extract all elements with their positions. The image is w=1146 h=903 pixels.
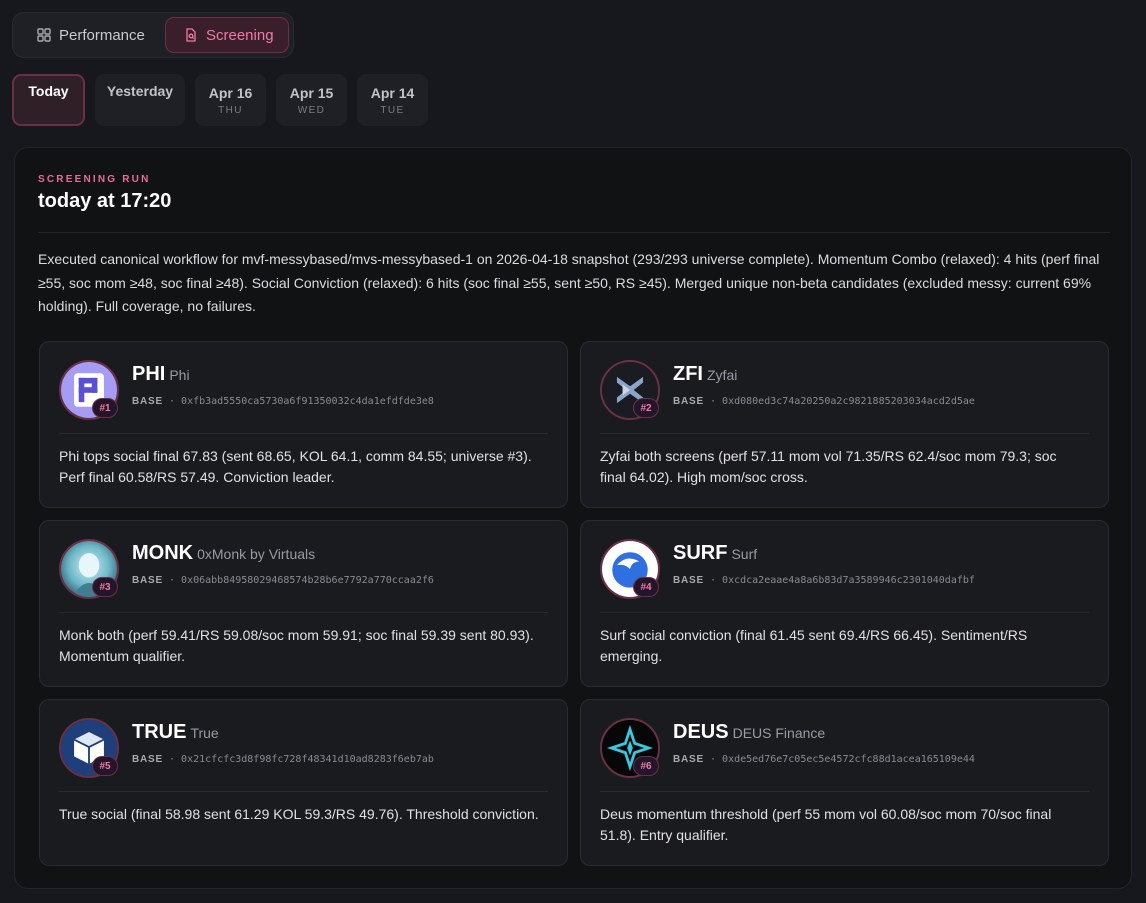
day-tab-apr-14[interactable]: Apr 14 TUE [357,74,428,126]
token-name: True [190,725,219,741]
rank-badge: #4 [633,577,659,597]
avatar: #4 [600,539,660,599]
rank-badge: #5 [92,756,118,776]
candidate-note: Surf social conviction (final 61.45 sent… [600,627,1028,664]
divider [59,791,548,792]
avatar: #5 [59,718,119,778]
divider [600,612,1089,613]
token-ticker: TRUE True [132,721,219,743]
token-ticker: MONK 0xMonk by Virtuals [132,542,316,564]
run-title: today at 17:20 [38,190,172,212]
day-tab-label: Apr 15 [289,84,334,101]
candidate-note: Deus momentum threshold (perf 55 mom vol… [600,806,1052,843]
avatar: #3 [59,539,119,599]
candidate-card-zfi[interactable]: #2 ZFI Zyfai BASE · 0xd080ed3c74a20250a2c… [580,341,1109,508]
contract-address[interactable]: BASE · 0xd080ed3c74a20250a2c982188520303… [673,396,975,407]
day-tab-label: Yesterday [106,83,174,99]
candidate-note: True social (final 58.98 sent 61.29 KOL … [59,806,539,822]
divider [59,433,548,434]
screening-tab[interactable]: Screening [165,17,289,53]
token-ticker: ZFI Zyfai [673,363,738,385]
performance-tab[interactable]: Performance [17,17,161,53]
contract-address[interactable]: BASE · 0x21cfcfc3d8f98fc728f48341d10ad82… [132,754,434,765]
candidate-note: Monk both (perf 59.41/RS 59.08/soc mom 5… [59,627,534,664]
contract-address[interactable]: BASE · 0xfb3ad5550ca5730a6f91350032c4da1… [132,396,434,407]
day-tab-weekday: TUE [380,104,405,116]
token-name: Surf [731,546,758,562]
token-name: 0xMonk by Virtuals [197,546,316,562]
avatar: #1 [59,360,119,420]
candidate-note: Phi tops social final 67.83 (sent 68.65,… [59,448,532,485]
contract-address[interactable]: BASE · 0xde5ed76e7c05ec5e4572cfc88d1acea… [673,754,975,765]
day-tab-label: Today [28,83,69,99]
candidate-note: Zyfai both screens (perf 57.11 mom vol 7… [600,448,1057,485]
screening-tab-label: Screening [206,26,274,44]
grid-icon [37,28,51,42]
rank-badge: #3 [92,577,118,597]
divider [600,433,1089,434]
screening-run-panel: SCREENING RUN today at 17:20 Executed ca… [14,147,1132,889]
rank-badge: #1 [92,398,118,418]
run-label: SCREENING RUN [38,174,151,185]
avatar: #2 [600,360,660,420]
day-tab-apr-15[interactable]: Apr 15 WED [276,74,347,126]
candidate-grid: #1 PHI Phi BASE · 0xfb3ad5550ca5730a6f913… [39,341,1109,866]
view-toggle: Performance Screening [12,12,294,58]
day-tab-yesterday[interactable]: Yesterday [95,74,185,126]
candidate-card-true[interactable]: #5 TRUE True BASE · 0x21cfcfc3d8f98fc728f… [39,699,568,866]
token-ticker: SURF Surf [673,542,758,564]
avatar: #6 [600,718,660,778]
rank-badge: #2 [633,398,659,418]
divider [38,232,1110,233]
divider [600,791,1089,792]
divider [59,612,548,613]
candidate-card-monk[interactable]: #3 MONK 0xMonk by Virtuals BASE · 0x06abb… [39,520,568,687]
day-tab-label: Apr 14 [370,84,415,101]
contract-address[interactable]: BASE · 0xcdca2eaae4a8a6b83d7a3589946c230… [673,575,975,586]
performance-tab-label: Performance [59,26,145,44]
candidate-card-surf[interactable]: #4 SURF Surf BASE · 0xcdca2eaae4a8a6b83d7… [580,520,1109,687]
day-tab-label: Apr 16 [208,84,253,101]
day-tab-weekday: WED [297,104,326,116]
document-search-icon [186,28,196,42]
run-summary: Executed canonical workflow for mvf-mess… [38,251,1100,314]
day-tab-weekday: THU [218,104,243,116]
rank-badge: #6 [633,756,659,776]
candidate-card-deus[interactable]: #6 DEUS DEUS Finance BASE · 0xde5ed76e7c0… [580,699,1109,866]
contract-address[interactable]: BASE · 0x06abb84958029468574b28b6e7792a7… [132,575,434,586]
token-name: Zyfai [707,367,738,383]
token-name: Phi [169,367,190,383]
day-tab-today[interactable]: Today [12,74,85,126]
token-ticker: PHI Phi [132,363,190,385]
day-tabs: Today Yesterday Apr 16 THU Apr 15 WED Ap… [12,74,428,126]
token-ticker: DEUS DEUS Finance [673,721,826,743]
token-name: DEUS Finance [732,725,826,741]
day-tab-apr-16[interactable]: Apr 16 THU [195,74,266,126]
candidate-card-phi[interactable]: #1 PHI Phi BASE · 0xfb3ad5550ca5730a6f913… [39,341,568,508]
